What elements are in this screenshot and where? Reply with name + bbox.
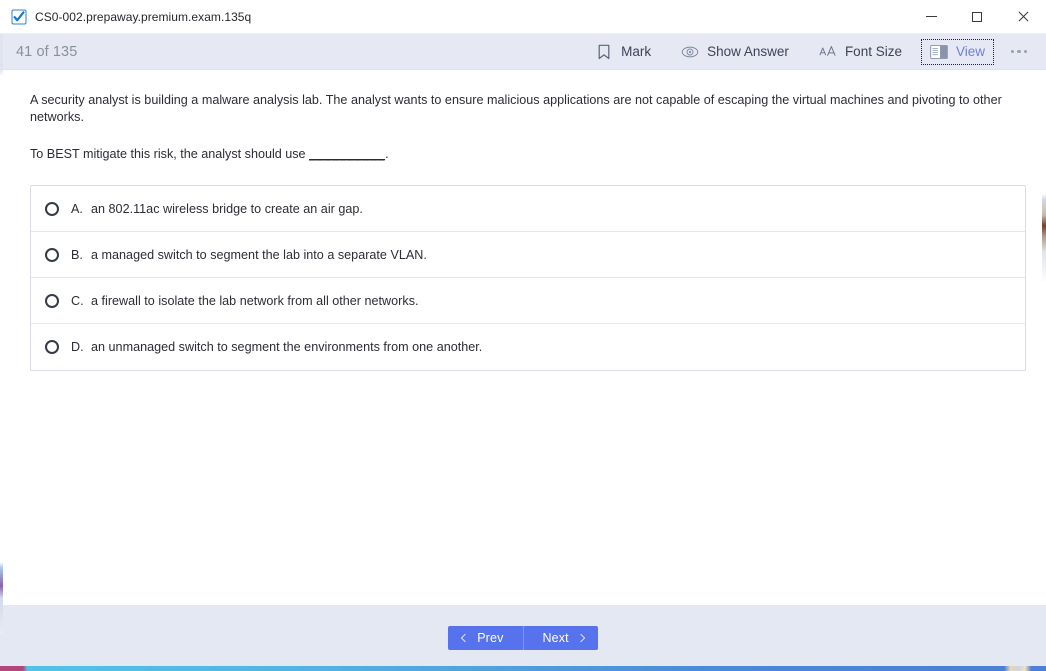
navigation-footer: Prev Next (0, 605, 1046, 671)
radio-button-c[interactable] (45, 293, 59, 308)
maximize-icon (972, 11, 982, 22)
navigation-button-group: Prev Next (448, 626, 598, 650)
question-content-area: A security analyst is building a malware… (0, 70, 1046, 605)
answer-text-b: a managed switch to segment the lab into… (91, 247, 427, 262)
minimize-icon (925, 16, 937, 17)
close-button[interactable] (1000, 0, 1046, 34)
eye-icon (681, 43, 699, 61)
more-dot-1 (1010, 49, 1015, 54)
stem-text-before: To BEST mitigate this risk, the analyst … (30, 147, 310, 161)
close-icon (1017, 11, 1029, 23)
answer-text-c: a firewall to isolate the lab network fr… (91, 293, 419, 308)
font-size-icon (819, 43, 837, 61)
mark-button[interactable]: Mark (584, 39, 662, 65)
answer-text-d: an unmanaged switch to segment the envir… (91, 340, 483, 354)
maximize-button[interactable] (954, 0, 1000, 34)
minimize-button[interactable] (908, 0, 954, 34)
layout-panel-icon (930, 43, 948, 61)
mark-label: Mark (621, 44, 652, 59)
prev-button[interactable]: Prev (448, 626, 523, 650)
bookmark-icon (595, 43, 613, 61)
toolbar-actions: Mark Show Answer Font Size View (580, 34, 1046, 70)
chevron-left-icon (460, 633, 470, 643)
window-title-bar: CS0-002.prepaway.premium.exam.135q (0, 0, 1046, 34)
title-bar-left: CS0-002.prepaway.premium.exam.135q (0, 9, 908, 25)
blue-check-icon (11, 9, 27, 25)
answer-option-a[interactable]: A. an 802.11ac wireless bridge to create… (31, 186, 1025, 232)
question-body: A security analyst is building a malware… (30, 93, 1002, 124)
question-progress-label: 41 of 135 (16, 43, 78, 60)
show-answer-button[interactable]: Show Answer (670, 39, 800, 65)
answer-letter-c: C. (71, 293, 84, 308)
more-dot-3 (1023, 49, 1028, 54)
next-label: Next (542, 631, 569, 645)
show-answer-label: Show Answer (707, 44, 789, 59)
answer-letter-a: A. (71, 201, 83, 216)
font-size-button[interactable]: Font Size (808, 39, 913, 65)
answer-option-b[interactable]: B. a managed switch to segment the lab i… (31, 232, 1025, 278)
answer-option-c[interactable]: C. a firewall to isolate the lab network… (31, 278, 1025, 324)
exam-application-window: CS0-002.prepaway.premium.exam.135q 41 of… (0, 0, 1046, 671)
prev-label: Prev (477, 631, 504, 645)
more-options-button[interactable] (1002, 39, 1036, 65)
view-button[interactable]: View (920, 38, 994, 65)
more-dot-2 (1017, 49, 1021, 54)
view-label: View (955, 44, 985, 59)
chevron-right-icon (576, 633, 586, 643)
question-stem: To BEST mitigate this risk, the analyst … (30, 146, 1016, 163)
radio-button-b[interactable] (45, 247, 59, 262)
window-controls (908, 0, 1046, 34)
exam-toolbar: 41 of 135 Mark Show Answer Font Size Vie… (0, 34, 1046, 70)
window-title: CS0-002.prepaway.premium.exam.135q (35, 9, 252, 24)
answer-letter-d: D. (71, 340, 84, 354)
answer-text-a: an 802.11ac wireless bridge to create an… (91, 201, 363, 216)
stem-text-after: . (385, 147, 389, 161)
answer-letter-b: B. (71, 247, 83, 262)
radio-button-d[interactable] (45, 340, 59, 354)
font-size-label: Font Size (844, 44, 902, 59)
next-button[interactable]: Next (522, 626, 598, 650)
radio-button-a[interactable] (45, 201, 59, 216)
answer-options-list: A. an 802.11ac wireless bridge to create… (30, 185, 1026, 371)
stem-blank: __________ (309, 147, 386, 161)
answer-option-d[interactable]: D. an unmanaged switch to segment the en… (31, 324, 1025, 370)
